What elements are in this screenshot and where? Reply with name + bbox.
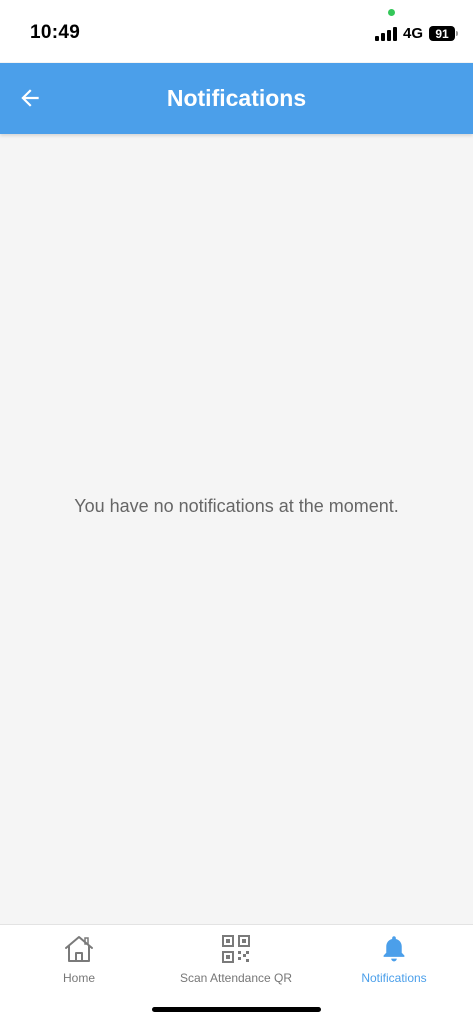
status-bar: 10:49 4G 91 [0,0,473,62]
nav-item-notifications[interactable]: Notifications [350,925,438,995]
qr-code-icon [221,933,251,965]
app-bar: Notifications [0,63,473,134]
network-type: 4G [403,25,424,42]
nav-label-home: Home [62,971,95,985]
bell-icon [380,933,408,965]
battery-icon: 91 [429,26,455,41]
privacy-indicator-dot [388,9,395,16]
status-time: 10:49 [30,22,81,43]
home-icon [63,933,95,965]
nav-item-scan-attendance-qr[interactable]: Scan Attendance QR [166,925,306,995]
nav-label-notifications: Notifications [361,971,427,985]
nav-item-home[interactable]: Home [38,925,120,995]
signal-strength-icon [375,27,397,41]
battery-cap [456,31,458,36]
home-indicator [152,1007,321,1012]
battery-level: 91 [435,26,449,41]
nav-label-scan-attendance-qr: Scan Attendance QR [179,971,293,985]
empty-state-message: You have no notifications at the moment. [74,496,399,516]
page-title: Notifications [166,85,307,111]
